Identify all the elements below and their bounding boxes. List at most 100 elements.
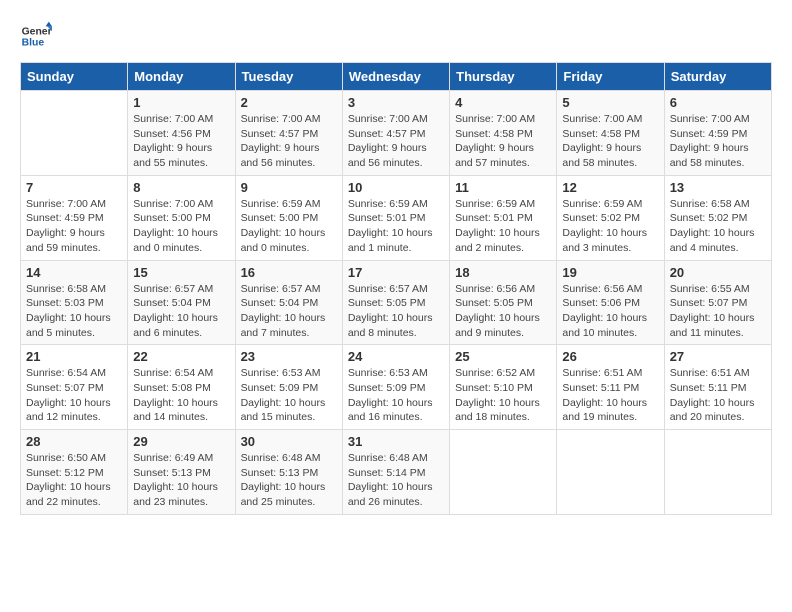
calendar-cell: 18 Sunrise: 6:56 AM Sunset: 5:05 PM Dayli… [450,260,557,345]
calendar-cell: 20Sunrise: 6:55 AM Sunset: 5:07 PM Dayli… [664,260,771,345]
day-info: Sunrise: 6:56 AM Sunset: 5:05 PM Dayligh… [455,282,551,341]
day-number: 10 [348,180,444,195]
day-number: 28 [26,434,122,449]
svg-text:Blue: Blue [22,38,45,49]
day-number: 1 [133,95,229,110]
day-number: 24 [348,349,444,364]
calendar-cell: 11 Sunrise: 6:59 AM Sunset: 5:01 PM Dayli… [450,175,557,260]
calendar-cell: 17Sunrise: 6:57 AM Sunset: 5:05 PM Dayli… [342,260,449,345]
logo: General Blue [20,20,52,52]
column-header-wednesday: Wednesday [342,63,449,91]
day-number: 22 [133,349,229,364]
day-info: Sunrise: 7:00 AM Sunset: 4:57 PM Dayligh… [348,112,444,171]
day-info: Sunrise: 7:00 AM Sunset: 4:59 PM Dayligh… [26,197,122,256]
day-info: Sunrise: 6:56 AM Sunset: 5:06 PM Dayligh… [562,282,658,341]
day-info: Sunrise: 6:59 AM Sunset: 5:00 PM Dayligh… [241,197,337,256]
day-info: Sunrise: 6:49 AM Sunset: 5:13 PM Dayligh… [133,451,229,510]
day-number: 11 [455,180,551,195]
calendar-week-row: 21Sunrise: 6:54 AM Sunset: 5:07 PM Dayli… [21,345,772,430]
calendar-header-row: SundayMondayTuesdayWednesdayThursdayFrid… [21,63,772,91]
calendar-cell: 5 Sunrise: 7:00 AM Sunset: 4:58 PM Daylig… [557,91,664,176]
day-number: 4 [455,95,551,110]
calendar-cell: 24 Sunrise: 6:53 AM Sunset: 5:09 PM Dayli… [342,345,449,430]
day-number: 29 [133,434,229,449]
calendar-cell: 26Sunrise: 6:51 AM Sunset: 5:11 PM Dayli… [557,345,664,430]
day-number: 7 [26,180,122,195]
day-info: Sunrise: 6:57 AM Sunset: 5:04 PM Dayligh… [133,282,229,341]
column-header-tuesday: Tuesday [235,63,342,91]
calendar-cell [557,430,664,515]
day-number: 15 [133,265,229,280]
day-info: Sunrise: 7:00 AM Sunset: 4:56 PM Dayligh… [133,112,229,171]
calendar-cell: 23 Sunrise: 6:53 AM Sunset: 5:09 PM Dayli… [235,345,342,430]
calendar-week-row: 1 Sunrise: 7:00 AM Sunset: 4:56 PM Daylig… [21,91,772,176]
day-number: 30 [241,434,337,449]
day-info: Sunrise: 6:57 AM Sunset: 5:04 PM Dayligh… [241,282,337,341]
calendar-cell: 21Sunrise: 6:54 AM Sunset: 5:07 PM Dayli… [21,345,128,430]
calendar-cell [21,91,128,176]
day-info: Sunrise: 6:50 AM Sunset: 5:12 PM Dayligh… [26,451,122,510]
day-number: 31 [348,434,444,449]
calendar-cell: 14Sunrise: 6:58 AM Sunset: 5:03 PM Dayli… [21,260,128,345]
day-info: Sunrise: 6:54 AM Sunset: 5:08 PM Dayligh… [133,366,229,425]
svg-text:General: General [22,26,52,37]
day-number: 9 [241,180,337,195]
day-info: Sunrise: 7:00 AM Sunset: 4:57 PM Dayligh… [241,112,337,171]
page-header: General Blue [20,20,772,52]
day-info: Sunrise: 6:54 AM Sunset: 5:07 PM Dayligh… [26,366,122,425]
day-number: 12 [562,180,658,195]
day-number: 14 [26,265,122,280]
day-number: 13 [670,180,766,195]
day-info: Sunrise: 7:00 AM Sunset: 5:00 PM Dayligh… [133,197,229,256]
calendar-body: 1 Sunrise: 7:00 AM Sunset: 4:56 PM Daylig… [21,91,772,515]
calendar-cell: 30 Sunrise: 6:48 AM Sunset: 5:13 PM Dayli… [235,430,342,515]
day-info: Sunrise: 7:00 AM Sunset: 4:58 PM Dayligh… [455,112,551,171]
calendar-cell: 7 Sunrise: 7:00 AM Sunset: 4:59 PM Daylig… [21,175,128,260]
calendar-cell: 2 Sunrise: 7:00 AM Sunset: 4:57 PM Daylig… [235,91,342,176]
day-number: 16 [241,265,337,280]
day-number: 23 [241,349,337,364]
day-info: Sunrise: 6:57 AM Sunset: 5:05 PM Dayligh… [348,282,444,341]
day-info: Sunrise: 6:53 AM Sunset: 5:09 PM Dayligh… [241,366,337,425]
day-info: Sunrise: 6:52 AM Sunset: 5:10 PM Dayligh… [455,366,551,425]
calendar-cell: 29 Sunrise: 6:49 AM Sunset: 5:13 PM Dayli… [128,430,235,515]
calendar-cell: 12Sunrise: 6:59 AM Sunset: 5:02 PM Dayli… [557,175,664,260]
column-header-monday: Monday [128,63,235,91]
calendar-cell: 6 Sunrise: 7:00 AM Sunset: 4:59 PM Daylig… [664,91,771,176]
day-number: 25 [455,349,551,364]
calendar-cell: 3Sunrise: 7:00 AM Sunset: 4:57 PM Daylig… [342,91,449,176]
calendar-cell: 28 Sunrise: 6:50 AM Sunset: 5:12 PM Dayli… [21,430,128,515]
day-info: Sunrise: 6:51 AM Sunset: 5:11 PM Dayligh… [562,366,658,425]
calendar-week-row: 28 Sunrise: 6:50 AM Sunset: 5:12 PM Dayli… [21,430,772,515]
calendar-cell: 9 Sunrise: 6:59 AM Sunset: 5:00 PM Daylig… [235,175,342,260]
day-info: Sunrise: 7:00 AM Sunset: 4:58 PM Dayligh… [562,112,658,171]
column-header-friday: Friday [557,63,664,91]
day-number: 19 [562,265,658,280]
day-info: Sunrise: 6:59 AM Sunset: 5:01 PM Dayligh… [455,197,551,256]
day-number: 27 [670,349,766,364]
calendar-cell: 13Sunrise: 6:58 AM Sunset: 5:02 PM Dayli… [664,175,771,260]
day-number: 18 [455,265,551,280]
day-info: Sunrise: 6:51 AM Sunset: 5:11 PM Dayligh… [670,366,766,425]
day-info: Sunrise: 6:53 AM Sunset: 5:09 PM Dayligh… [348,366,444,425]
calendar-cell: 4 Sunrise: 7:00 AM Sunset: 4:58 PM Daylig… [450,91,557,176]
logo-icon: General Blue [20,20,52,52]
calendar-cell: 15 Sunrise: 6:57 AM Sunset: 5:04 PM Dayli… [128,260,235,345]
day-number: 6 [670,95,766,110]
day-info: Sunrise: 6:55 AM Sunset: 5:07 PM Dayligh… [670,282,766,341]
day-info: Sunrise: 6:48 AM Sunset: 5:13 PM Dayligh… [241,451,337,510]
day-number: 2 [241,95,337,110]
calendar-week-row: 7 Sunrise: 7:00 AM Sunset: 4:59 PM Daylig… [21,175,772,260]
calendar-week-row: 14Sunrise: 6:58 AM Sunset: 5:03 PM Dayli… [21,260,772,345]
day-info: Sunrise: 7:00 AM Sunset: 4:59 PM Dayligh… [670,112,766,171]
calendar-cell: 22 Sunrise: 6:54 AM Sunset: 5:08 PM Dayli… [128,345,235,430]
column-header-saturday: Saturday [664,63,771,91]
calendar-cell: 31Sunrise: 6:48 AM Sunset: 5:14 PM Dayli… [342,430,449,515]
calendar-table: SundayMondayTuesdayWednesdayThursdayFrid… [20,62,772,515]
column-header-sunday: Sunday [21,63,128,91]
day-number: 5 [562,95,658,110]
day-number: 8 [133,180,229,195]
calendar-cell: 27 Sunrise: 6:51 AM Sunset: 5:11 PM Dayli… [664,345,771,430]
day-info: Sunrise: 6:59 AM Sunset: 5:01 PM Dayligh… [348,197,444,256]
calendar-cell: 10 Sunrise: 6:59 AM Sunset: 5:01 PM Dayli… [342,175,449,260]
